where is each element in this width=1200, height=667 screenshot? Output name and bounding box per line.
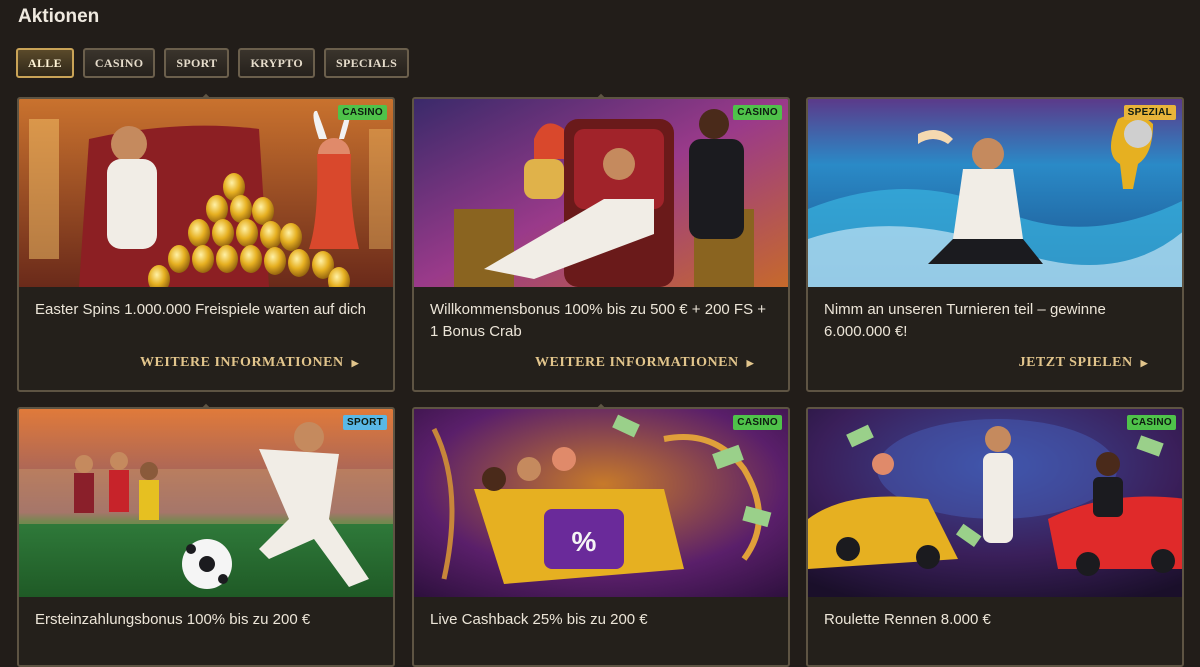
promo-image-roulette-race: CASINO — [808, 409, 1182, 597]
cta-label: WEITERE INFORMATIONEN — [535, 355, 739, 370]
more-info-link[interactable]: WEITERE INFORMATIONEN ▶ — [140, 355, 359, 371]
promo-card-easter-spins[interactable]: CASINO Easter Spins 1.000.000 Freispiele… — [17, 97, 395, 392]
promo-description: Ersteinzahlungsbonus 100% bis zu 200 € — [35, 611, 311, 628]
page-title: Aktionen — [18, 6, 100, 27]
category-badge: CASINO — [338, 105, 387, 120]
filter-sport-button[interactable]: SPORT — [164, 48, 230, 78]
promo-image-welcome-bonus: CASINO — [414, 99, 788, 287]
promo-description: Live Cashback 25% bis zu 200 € — [430, 611, 648, 628]
promo-card-tournaments[interactable]: SPEZIAL Nimm an unseren Turnieren teil –… — [806, 97, 1184, 392]
promo-card-roulette-race[interactable]: CASINO Roulette Rennen 8.000 € — [806, 407, 1184, 667]
promo-image-easter-spins: CASINO — [19, 99, 393, 287]
promo-card-first-deposit[interactable]: SPORT Ersteinzahlungsbonus 100% bis zu 2… — [17, 407, 395, 667]
promo-image-live-cashback: % CASINO — [414, 409, 788, 597]
promo-image-tournaments: SPEZIAL — [808, 99, 1182, 287]
filter-casino-button[interactable]: CASINO — [82, 48, 156, 78]
arrow-right-icon: ▶ — [746, 357, 754, 368]
category-badge: SPORT — [343, 415, 387, 430]
category-badge: CASINO — [733, 415, 782, 430]
svg-text:%: % — [572, 526, 597, 557]
arrow-right-icon: ▶ — [1140, 357, 1148, 368]
promo-description: Nimm an unseren Turnieren teil – gewinne… — [824, 301, 1106, 340]
cta-label: JETZT SPIELEN — [1018, 355, 1133, 370]
category-badge: CASINO — [733, 105, 782, 120]
category-badge: CASINO — [1127, 415, 1176, 430]
filter-krypto-button[interactable]: KRYPTO — [238, 48, 315, 78]
promo-image-first-deposit: SPORT — [19, 409, 393, 597]
filter-bar: ALLE CASINO SPORT KRYPTO SPECIALS — [16, 48, 410, 78]
arrow-right-icon: ▶ — [351, 357, 359, 368]
cta-label: WEITERE INFORMATIONEN — [140, 355, 344, 370]
play-now-link[interactable]: JETZT SPIELEN ▶ — [1019, 355, 1148, 371]
filter-all-button[interactable]: ALLE — [16, 48, 74, 78]
category-badge: SPEZIAL — [1123, 105, 1176, 120]
more-info-link[interactable]: WEITERE INFORMATIONEN ▶ — [535, 355, 754, 371]
promo-card-live-cashback[interactable]: % CASINO Live Cashback 25% bis zu 200 € — [412, 407, 790, 667]
promo-card-welcome-bonus[interactable]: CASINO Willkommensbonus 100% bis zu 500 … — [412, 97, 790, 392]
promo-description: Easter Spins 1.000.000 Freispiele warten… — [35, 301, 367, 318]
promo-description: Roulette Rennen 8.000 € — [824, 611, 991, 628]
filter-specials-button[interactable]: SPECIALS — [323, 48, 410, 78]
promo-description: Willkommensbonus 100% bis zu 500 € + 200… — [430, 301, 767, 340]
